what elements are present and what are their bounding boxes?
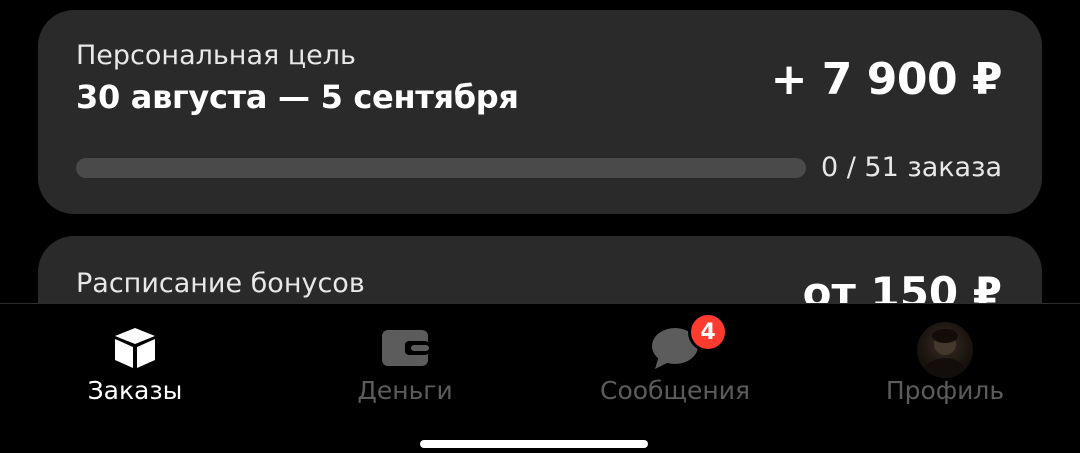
bottom-tab-bar: Заказы Деньги Сообщения Профиль [0, 303, 1080, 453]
wallet-icon [381, 326, 429, 370]
goal-dates: 30 августа — 5 сентября [76, 78, 519, 116]
bonus-label: Расписание бонусов [76, 268, 365, 299]
home-indicator [420, 440, 648, 448]
goal-amount: + 7 900 ₽ [770, 54, 1003, 105]
tab-money[interactable]: Деньги [270, 304, 540, 424]
personal-goal-card[interactable]: Персональная цель 30 августа — 5 сентябр… [38, 10, 1042, 214]
tab-profile-label: Профиль [885, 376, 1005, 405]
goal-label: Персональная цель [76, 40, 356, 71]
tab-orders-label: Заказы [87, 376, 183, 405]
goal-progress-bar [76, 158, 806, 178]
avatar[interactable] [917, 322, 973, 378]
goal-progress-text: 0 / 51 заказа [820, 152, 1002, 183]
tab-messages-label: Сообщения [599, 376, 751, 405]
box-icon [111, 326, 159, 370]
tab-orders[interactable]: Заказы [0, 304, 270, 424]
tab-money-label: Деньги [357, 376, 453, 405]
messages-unread-badge: 4 [688, 312, 728, 352]
tab-messages[interactable]: Сообщения [540, 304, 810, 424]
